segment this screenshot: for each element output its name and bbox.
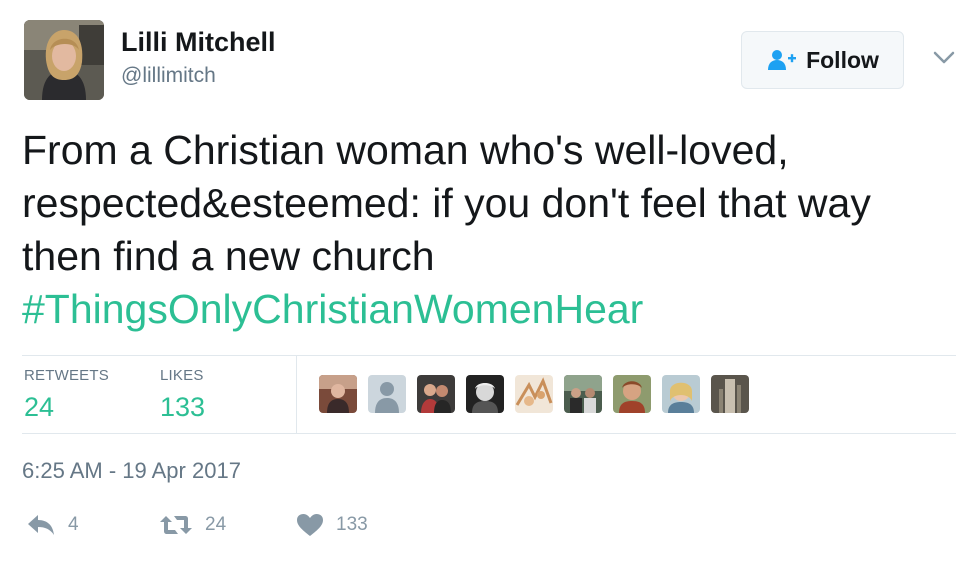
follow-person-plus-icon [766, 48, 798, 72]
liker-avatar[interactable] [417, 375, 455, 413]
hashtag-link[interactable]: #ThingsOnlyChristianWomenHear [22, 286, 643, 332]
liker-avatar[interactable] [515, 375, 553, 413]
tweet-card: Lilli Mitchell @lillimitch Follow From a… [0, 0, 980, 567]
liker-avatar[interactable] [368, 375, 406, 413]
follow-label: Follow [806, 46, 879, 73]
liker-avatar[interactable] [613, 375, 651, 413]
liker-avatar[interactable] [466, 375, 504, 413]
liker-avatar[interactable] [711, 375, 749, 413]
follow-button[interactable]: Follow [741, 31, 904, 89]
liker-avatar[interactable] [319, 375, 357, 413]
retweets-value: 24 [24, 392, 55, 422]
reply-icon [26, 513, 56, 537]
avatar-photo [24, 20, 104, 100]
reply-count: 4 [68, 514, 79, 535]
likes-stat[interactable]: LIKES 133 [160, 366, 205, 424]
retweet-count: 24 [205, 514, 227, 535]
retweets-label: RETWEETS [24, 367, 109, 384]
author-handle[interactable]: @lillimitch [121, 62, 216, 90]
retweet-icon [159, 513, 193, 537]
reply-button[interactable]: 4 [26, 510, 79, 540]
chevron-down-icon[interactable] [928, 42, 960, 74]
like-button[interactable]: 133 [296, 510, 368, 540]
heart-icon [296, 513, 324, 537]
author-name[interactable]: Lilli Mitchell [121, 26, 276, 58]
likes-label: LIKES [160, 367, 204, 384]
tweet-timestamp[interactable]: 6:25 AM - 19 Apr 2017 [22, 457, 241, 485]
like-count: 133 [336, 514, 368, 535]
divider [296, 356, 297, 433]
author-avatar[interactable] [24, 20, 104, 100]
divider [22, 433, 956, 434]
tweet-text: From a Christian woman who's well-loved,… [22, 124, 952, 336]
retweet-button[interactable]: 24 [159, 510, 226, 540]
liker-avatar[interactable] [662, 375, 700, 413]
likes-value: 133 [160, 392, 206, 422]
liker-avatars [319, 375, 760, 413]
tweet-body: From a Christian woman who's well-loved,… [22, 127, 871, 279]
retweets-stat[interactable]: RETWEETS 24 [24, 366, 109, 424]
liker-avatar[interactable] [564, 375, 602, 413]
divider [22, 355, 956, 356]
